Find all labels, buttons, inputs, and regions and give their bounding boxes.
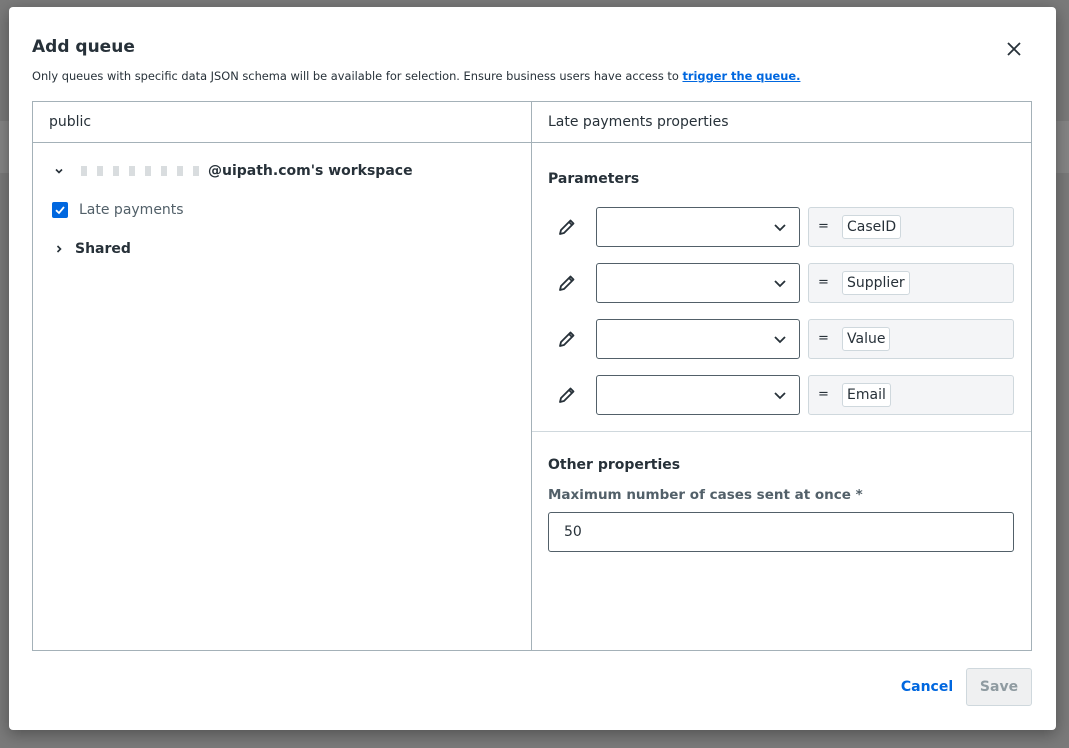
- parameter-chip: Value: [842, 327, 891, 351]
- dialog-subtitle: Only queues with specific data JSON sche…: [32, 69, 800, 83]
- queue-panel: public @uipath.com's workspace Late paym…: [32, 101, 1032, 651]
- parameter-row: = Email: [548, 375, 1014, 415]
- parameter-chip: Email: [842, 383, 891, 407]
- redacted-username: [81, 166, 206, 176]
- properties-header: Late payments properties: [532, 102, 1031, 143]
- other-properties-title: Other properties: [548, 457, 681, 473]
- chevron-down-icon: [774, 224, 786, 232]
- parameter-select[interactable]: [596, 375, 800, 415]
- equals-sign: =: [818, 219, 829, 234]
- check-icon: [55, 206, 65, 215]
- chevron-down-icon: [774, 336, 786, 344]
- section-divider: [532, 431, 1031, 432]
- parameter-row: = Supplier: [548, 263, 1014, 303]
- chevron-right-icon[interactable]: [49, 239, 69, 259]
- properties-column: Late payments properties Parameters = Ca…: [532, 102, 1031, 650]
- close-icon: [1007, 42, 1021, 56]
- cancel-button[interactable]: Cancel: [897, 669, 957, 705]
- parameter-value-field[interactable]: = Email: [808, 375, 1014, 415]
- dialog-title: Add queue: [32, 37, 135, 57]
- trigger-queue-link[interactable]: trigger the queue.: [682, 69, 800, 83]
- close-button[interactable]: [1004, 39, 1024, 59]
- parameter-row: = CaseID: [548, 207, 1014, 247]
- parameter-chip: CaseID: [842, 215, 902, 239]
- tree-item-workspace[interactable]: @uipath.com's workspace: [49, 159, 413, 183]
- pencil-icon[interactable]: [556, 384, 578, 406]
- chevron-down-icon: [774, 392, 786, 400]
- parameters-title: Parameters: [548, 171, 640, 187]
- parameter-row: = Value: [548, 319, 1014, 359]
- equals-sign: =: [818, 275, 829, 290]
- equals-sign: =: [818, 387, 829, 402]
- parameter-select[interactable]: [596, 263, 800, 303]
- folder-tree-column: public @uipath.com's workspace Late paym…: [33, 102, 532, 650]
- max-cases-input[interactable]: [548, 512, 1014, 552]
- equals-sign: =: [818, 331, 829, 346]
- max-cases-label: Maximum number of cases sent at once *: [548, 487, 863, 503]
- save-button[interactable]: Save: [966, 668, 1032, 706]
- chevron-down-icon[interactable]: [49, 161, 69, 181]
- parameter-value-field[interactable]: = Value: [808, 319, 1014, 359]
- shared-label: Shared: [75, 241, 131, 257]
- pencil-icon[interactable]: [556, 216, 578, 238]
- parameter-value-field[interactable]: = CaseID: [808, 207, 1014, 247]
- parameter-chip: Supplier: [842, 271, 910, 295]
- tree-item-shared[interactable]: Shared: [49, 237, 131, 261]
- late-payments-label: Late payments: [79, 202, 184, 218]
- chevron-down-icon: [774, 280, 786, 288]
- late-payments-checkbox[interactable]: [52, 202, 68, 218]
- pencil-icon[interactable]: [556, 328, 578, 350]
- dialog-subtitle-text: Only queues with specific data JSON sche…: [32, 69, 679, 83]
- parameter-value-field[interactable]: = Supplier: [808, 263, 1014, 303]
- parameter-select[interactable]: [596, 207, 800, 247]
- tree-item-late-payments[interactable]: Late payments: [52, 198, 184, 222]
- parameter-select[interactable]: [596, 319, 800, 359]
- pencil-icon[interactable]: [556, 272, 578, 294]
- workspace-label: @uipath.com's workspace: [208, 163, 413, 179]
- folder-tree-header: public: [33, 102, 531, 143]
- add-queue-dialog: Add queue Only queues with specific data…: [9, 7, 1056, 730]
